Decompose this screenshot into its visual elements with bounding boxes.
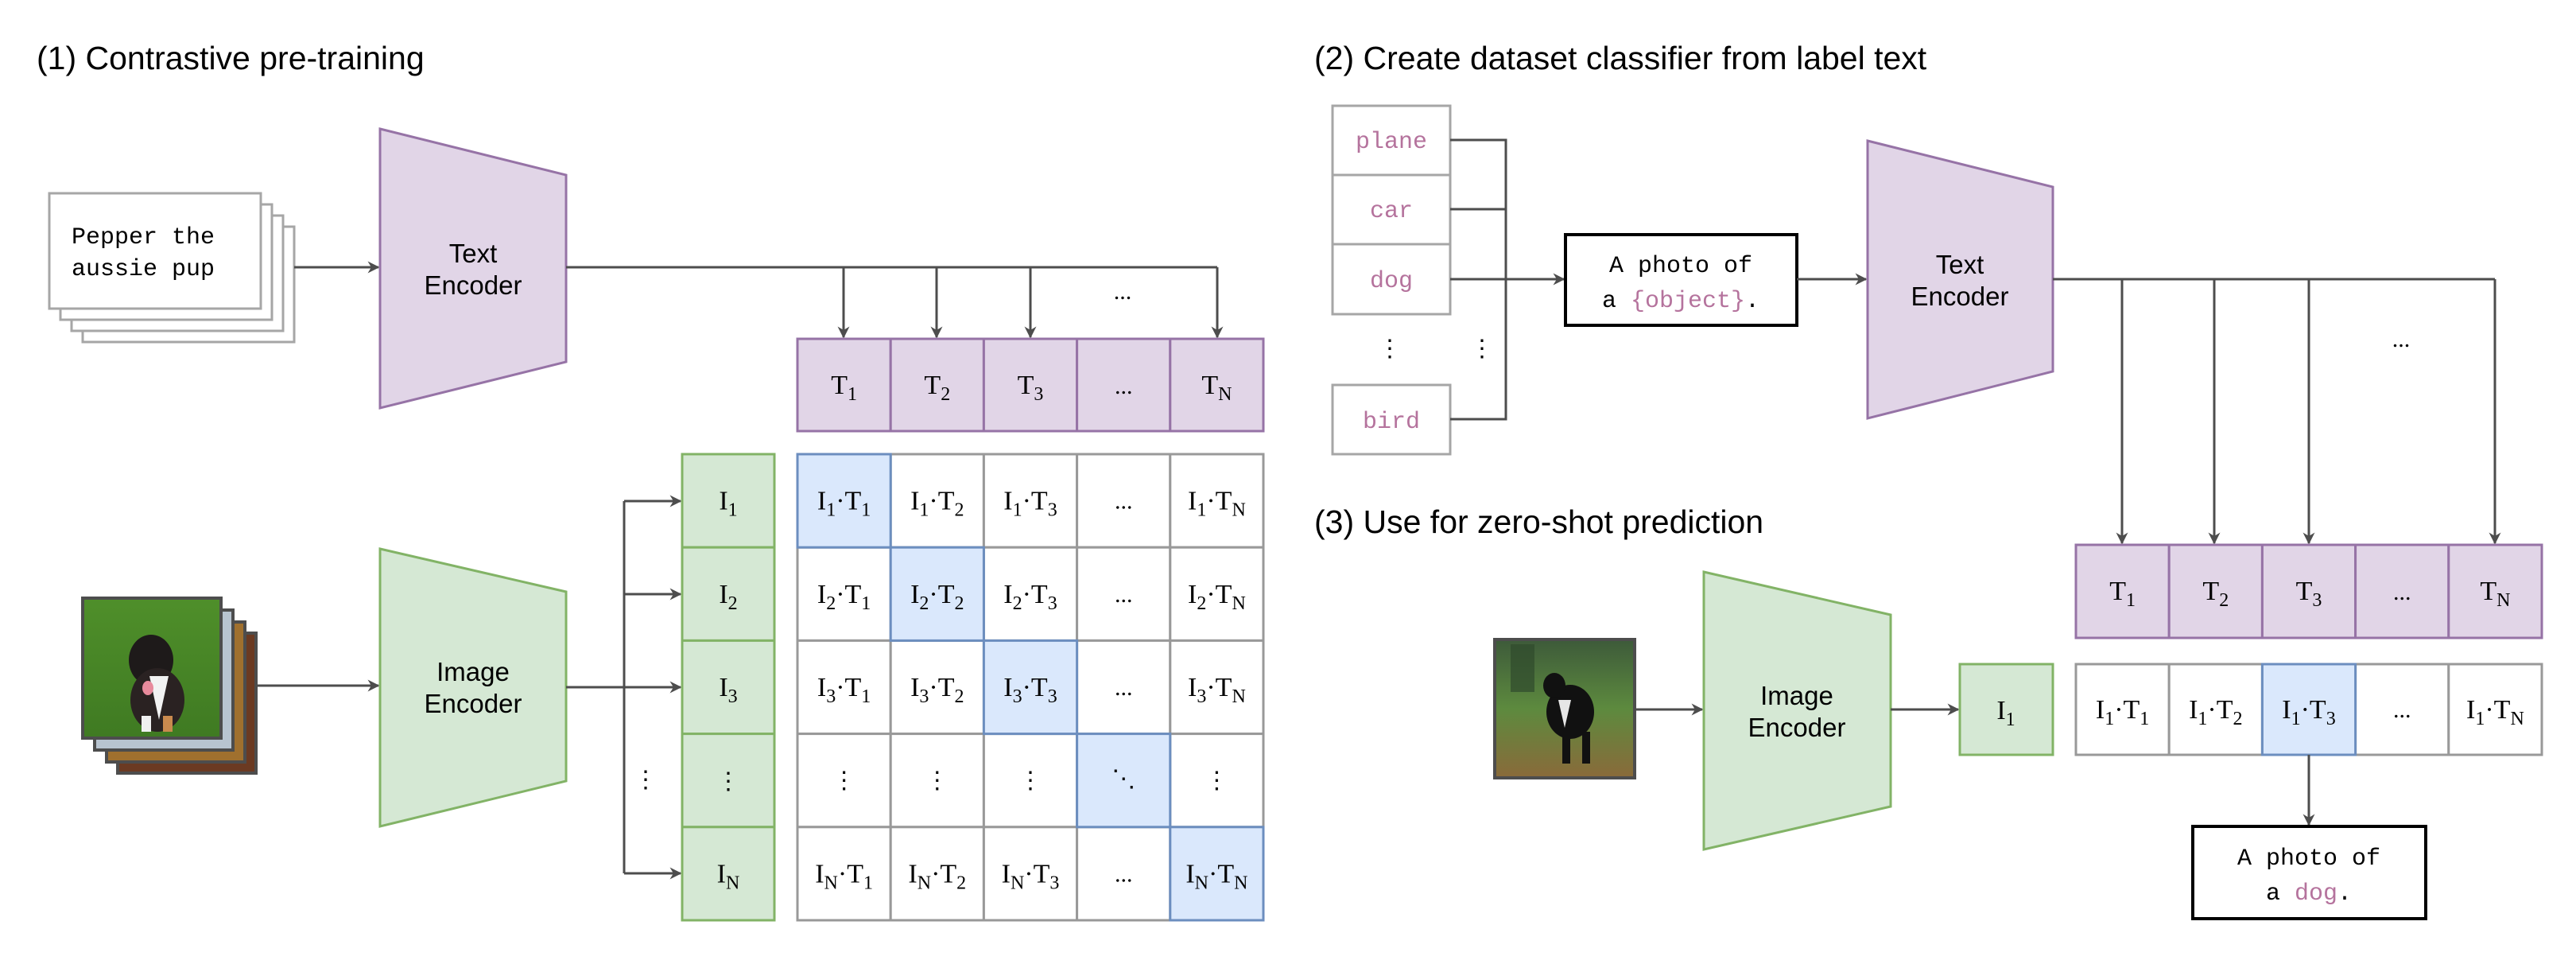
- image-encoder-1-label-2: Encoder: [425, 689, 522, 718]
- matrix-vdots: ⋮: [925, 768, 949, 794]
- label-dog: dog: [1370, 268, 1413, 295]
- image-embedding-label: ⋮: [716, 768, 740, 795]
- image-stack: [81, 597, 258, 775]
- caption-stack: Pepper the aussie pup: [48, 192, 296, 344]
- matrix-ellipsis: ...: [1115, 861, 1133, 887]
- section1-title: (1) Contrastive pre-training: [37, 40, 425, 76]
- predicted-class: dog: [2295, 880, 2337, 908]
- section2-title: (2) Create dataset classifier from label…: [1314, 40, 1927, 76]
- label-car: car: [1370, 198, 1413, 225]
- text-encoder-1-label-2: Encoder: [425, 270, 522, 300]
- image-fanout: [566, 495, 682, 880]
- label-bird: bird: [1363, 409, 1420, 436]
- similarity-matrix: I1·T1 I1·T2 I1·T3... I1·TNI2·T1 I2·T2 I2·T3..…: [796, 453, 1265, 922]
- caption-line-2: aussie pup: [72, 256, 215, 283]
- fanout-ellipsis-1: ...: [1114, 278, 1132, 305]
- matrix-ellipsis: ...: [1115, 581, 1133, 608]
- prediction-line-1: A photo of: [2237, 845, 2380, 873]
- image-encoder-3-label-1: Image: [1760, 681, 1833, 710]
- section3-title: (3) Use for zero-shot prediction: [1314, 503, 1763, 540]
- fanout-ellipsis-2: ...: [2392, 326, 2411, 352]
- text-embedding-row-2: T1 T2 T3... TN: [2074, 543, 2543, 639]
- text-fanout-2: [2053, 278, 2501, 545]
- score-row: I1·T1 I1·T2 I1·T3... I1·TN: [2074, 663, 2543, 756]
- matrix-vdots: ⋮: [1205, 768, 1228, 794]
- text-encoder-2-label-1: Text: [1936, 250, 1984, 279]
- clip-diagram: (1) Contrastive pre-training Pepper the …: [37, 40, 2543, 922]
- image-encoder-3: [1702, 570, 1892, 851]
- image-embedding-column: I1I2I3⋮IN: [681, 453, 776, 922]
- text-encoder-2-label-2: Encoder: [1911, 282, 2009, 311]
- label-bracket: [1450, 138, 1565, 421]
- text-encoder-1-label-1: Text: [449, 239, 498, 268]
- dog-photo: [1493, 638, 1636, 779]
- label-plane: plane: [1356, 129, 1427, 156]
- prompt-template-line-2: a {object}.: [1602, 288, 1759, 315]
- text-embedding-label: ...: [2393, 579, 2411, 605]
- text-embedding-row-1: T1 T2 T3... TN: [796, 337, 1265, 433]
- text-encoder-2: [1866, 139, 2054, 420]
- label-list-vdots: ⋮: [1378, 336, 1402, 362]
- prediction-line-2: a dog.: [2266, 880, 2352, 908]
- image-encoder-1-label-1: Image: [436, 657, 510, 686]
- matrix-ddots: ⋱: [1111, 766, 1135, 792]
- matrix-vdots: ⋮: [832, 768, 856, 794]
- text-embedding-label: ...: [1115, 373, 1133, 399]
- branch-vdots: ⋮: [634, 767, 658, 793]
- matrix-ellipsis: ...: [1115, 674, 1133, 701]
- prompt-template-line-1: A photo of: [1609, 253, 1752, 280]
- matrix-vdots: ⋮: [1018, 768, 1042, 794]
- image-encoder-1: [378, 547, 568, 828]
- matrix-ellipsis: ...: [1115, 488, 1133, 515]
- image-encoder-3-label-2: Encoder: [1748, 713, 1846, 742]
- score-ellipsis: ...: [2393, 697, 2411, 723]
- prompt-object-placeholder: {object}: [1631, 288, 1745, 315]
- caption-line-1: Pepper the: [72, 224, 215, 251]
- text-encoder-1: [378, 127, 568, 410]
- bracket-vdots: ⋮: [1470, 336, 1494, 362]
